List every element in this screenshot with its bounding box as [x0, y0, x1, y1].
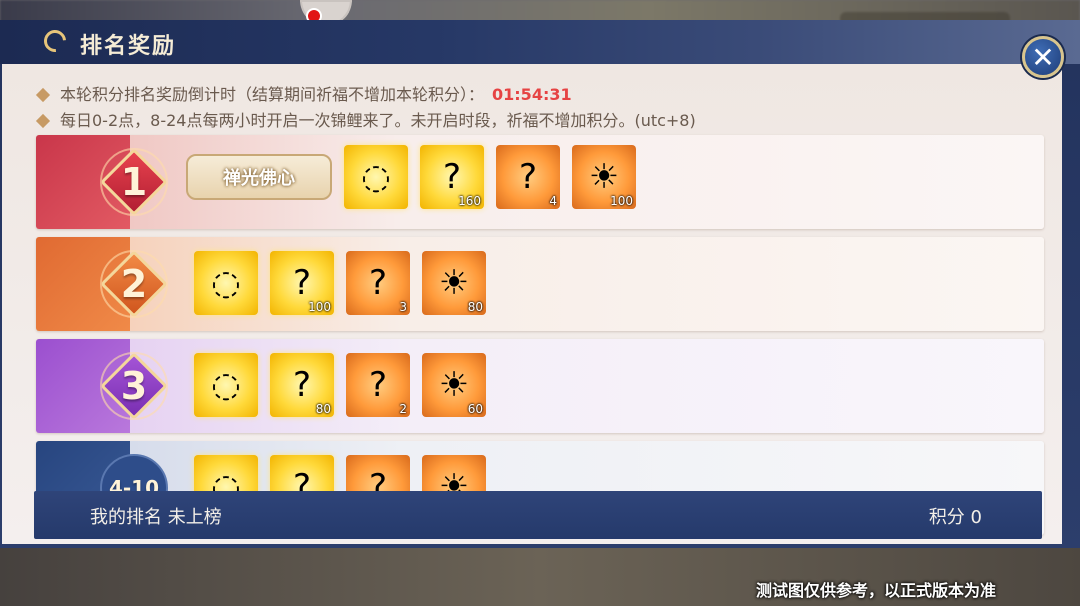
- sun-icon: ☀: [438, 365, 470, 405]
- rank-number: 3: [120, 364, 148, 408]
- countdown-line: 本轮积分排名奖励倒计时（结算期间祈福不增加本轮积分）： 01:54:31: [35, 81, 572, 105]
- wreath-item[interactable]: ◌: [194, 251, 258, 315]
- rank-badge: 1: [100, 148, 168, 216]
- reward-items: 禅光佛心 ◌ ? 160 ? 4 ☀ 100: [186, 145, 636, 209]
- mystery-golden-item[interactable]: ? 80: [270, 353, 334, 417]
- title-reward-item[interactable]: 禅光佛心: [186, 154, 332, 200]
- title-reward-label: 禅光佛心: [223, 168, 295, 189]
- dialog-header: 排名奖励: [0, 20, 1080, 64]
- reward-items: ◌ ? 100 ? 3 ☀ 80: [194, 251, 486, 315]
- wreath-item[interactable]: ◌: [344, 145, 408, 209]
- rank-row-3: 3 ◌ ? 80 ? 2 ☀ 60: [36, 339, 1044, 433]
- wreath-icon: ◌: [361, 157, 391, 197]
- reward-panel: 本轮积分排名奖励倒计时（结算期间祈福不增加本轮积分）： 01:54:31 每日0-…: [2, 64, 1062, 544]
- mystery-icon: ?: [292, 365, 312, 405]
- rank-number: 1: [120, 160, 148, 204]
- mystery-icon: ?: [518, 157, 538, 197]
- moon-icon: [39, 25, 71, 57]
- mystery-orange-item[interactable]: ? 3: [346, 251, 410, 315]
- sun-orb-item[interactable]: ☀ 100: [572, 145, 636, 209]
- mystery-orange-item[interactable]: ? 2: [346, 353, 410, 417]
- dialog-title: 排名奖励: [80, 34, 177, 59]
- sun-orb-item[interactable]: ☀ 60: [422, 353, 486, 417]
- sun-icon: ☀: [588, 157, 620, 197]
- rank-number: 2: [120, 262, 148, 306]
- mystery-icon: ?: [292, 263, 312, 303]
- mystery-orange-item[interactable]: ? 4: [496, 145, 560, 209]
- reward-items: ◌ ? 80 ? 2 ☀ 60: [194, 353, 486, 417]
- schedule-text: 每日0-2点，8-24点每两小时开启一次锦鲤来了。未开启时段，祈福不增加积分。(…: [60, 111, 696, 130]
- close-icon: ✕: [1031, 40, 1055, 74]
- my-rank-bar: 我的排名 未上榜 积分 0: [34, 491, 1042, 539]
- countdown-label: 本轮积分排名奖励倒计时（结算期间祈福不增加本轮积分）：: [60, 85, 485, 104]
- rank-row-2: 2 ◌ ? 100 ? 3 ☀ 80: [36, 237, 1044, 331]
- sun-icon: ☀: [438, 263, 470, 303]
- rank-row-1: 1 禅光佛心 ◌ ? 160 ? 4 ☀ 100: [36, 135, 1044, 229]
- rank-badge: 2: [100, 250, 168, 318]
- bullet-icon: [35, 113, 51, 129]
- schedule-line: 每日0-2点，8-24点每两小时开启一次锦鲤来了。未开启时段，祈福不增加积分。(…: [35, 107, 696, 131]
- countdown-timer: 01:54:31: [492, 85, 572, 104]
- mystery-icon: ?: [442, 157, 462, 197]
- bullet-icon: [35, 87, 51, 103]
- wreath-icon: ◌: [211, 365, 241, 405]
- my-rank-label: 我的排名 未上榜: [90, 507, 222, 528]
- mystery-icon: ?: [368, 263, 388, 303]
- mystery-golden-item[interactable]: ? 160: [420, 145, 484, 209]
- mystery-icon: ?: [368, 365, 388, 405]
- rank-badge: 3: [100, 352, 168, 420]
- my-score-label: 积分 0: [928, 507, 982, 528]
- disclaimer-note: 测试图仅供参考，以正式版本为准: [755, 581, 996, 600]
- wreath-item[interactable]: ◌: [194, 353, 258, 417]
- sun-orb-item[interactable]: ☀ 80: [422, 251, 486, 315]
- mystery-golden-item[interactable]: ? 100: [270, 251, 334, 315]
- wreath-icon: ◌: [211, 263, 241, 303]
- close-button[interactable]: ✕: [1022, 36, 1064, 78]
